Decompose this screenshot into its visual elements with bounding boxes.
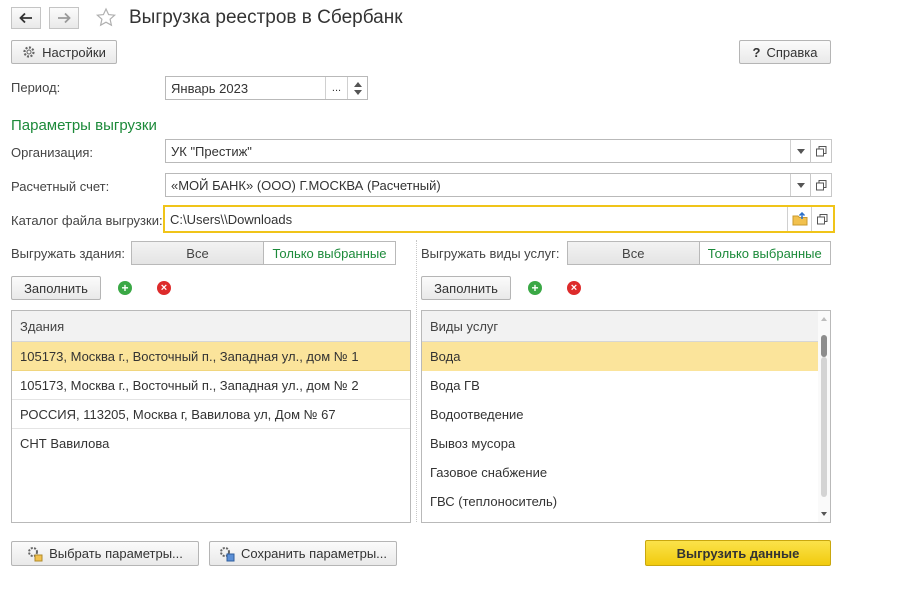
period-label: Период:: [11, 80, 61, 95]
back-button[interactable]: [11, 7, 41, 29]
table-row[interactable]: 105173, Москва г., Восточный п., Западна…: [12, 342, 410, 371]
settings-button[interactable]: Настройки: [11, 40, 117, 64]
catalog-open-button[interactable]: [811, 207, 833, 231]
remove-building-icon[interactable]: ×: [157, 281, 171, 295]
arrow-right-icon: [58, 12, 71, 24]
gear-save-icon: [219, 546, 235, 561]
table-row[interactable]: 105173, Москва г., Восточный п., Западна…: [12, 371, 410, 400]
table-row[interactable]: Водоотведение: [422, 400, 818, 429]
table-row[interactable]: Вода: [422, 342, 818, 371]
period-choose-button[interactable]: ...: [325, 77, 347, 99]
catalog-label: Каталог файла выгрузки:: [11, 213, 163, 228]
folder-icon: [792, 212, 807, 226]
chevron-down-icon: [796, 182, 805, 188]
gear-icon: [23, 46, 35, 58]
services-mode-switch[interactable]: Все Только выбранные: [567, 241, 831, 265]
help-button[interactable]: ? Справка: [739, 40, 831, 64]
account-field[interactable]: «МОЙ БАНК» (ООО) Г.МОСКВА (Расчетный): [165, 173, 811, 197]
open-window-icon: [817, 213, 828, 224]
export-data-button[interactable]: Выгрузить данные: [645, 540, 831, 566]
services-scrollbar[interactable]: [818, 311, 830, 522]
section-divider: [416, 240, 417, 522]
buildings-selected-option[interactable]: Только выбранные: [264, 242, 395, 264]
favorite-star-icon[interactable]: [95, 7, 117, 29]
spin-down-icon[interactable]: [353, 89, 362, 95]
catalog-browse-button[interactable]: [787, 207, 811, 231]
org-field[interactable]: УК "Престиж": [165, 139, 811, 163]
catalog-value: C:\Users\\Downloads: [170, 211, 293, 227]
table-row[interactable]: Газовое снабжение: [422, 458, 818, 487]
services-table-header: Виды услуг: [422, 311, 818, 342]
question-icon: ?: [752, 44, 761, 60]
period-spin[interactable]: [347, 77, 367, 99]
spin-up-icon[interactable]: [353, 81, 362, 87]
services-mode-label: Выгружать виды услуг:: [421, 246, 560, 261]
save-params-button[interactable]: Сохранить параметры...: [209, 541, 397, 566]
org-open-button[interactable]: [810, 139, 832, 163]
buildings-table[interactable]: Здания 105173, Москва г., Восточный п., …: [11, 310, 411, 523]
table-row[interactable]: СНТ Вавилова: [12, 429, 410, 458]
services-selected-option[interactable]: Только выбранные: [699, 242, 830, 264]
buildings-mode-switch[interactable]: Все Только выбранные: [131, 241, 396, 265]
org-value: УК "Престиж": [171, 143, 252, 159]
scroll-down-icon[interactable]: [818, 509, 830, 519]
add-service-icon[interactable]: +: [528, 281, 542, 295]
table-row[interactable]: Вода ГВ: [422, 371, 818, 400]
remove-service-icon[interactable]: ×: [567, 281, 581, 295]
buildings-table-header: Здания: [12, 311, 410, 342]
account-label: Расчетный счет:: [11, 179, 110, 194]
period-field[interactable]: Январь 2023 ...: [165, 76, 368, 100]
org-label: Организация:: [11, 145, 94, 160]
choose-params-label: Выбрать параметры...: [49, 546, 183, 561]
table-row[interactable]: ГВС (теплоноситель): [422, 487, 818, 516]
table-row[interactable]: РОССИЯ, 113205, Москва г, Вавилова ул, Д…: [12, 400, 410, 429]
account-open-button[interactable]: [810, 173, 832, 197]
services-fill-button[interactable]: Заполнить: [421, 276, 511, 300]
save-params-label: Сохранить параметры...: [240, 546, 388, 561]
add-building-icon[interactable]: +: [118, 281, 132, 295]
scroll-up-icon[interactable]: [818, 314, 830, 324]
scrollbar-track: [821, 357, 827, 497]
forward-button[interactable]: [49, 7, 79, 29]
gear-list-icon: [28, 546, 43, 561]
buildings-fill-button[interactable]: Заполнить: [11, 276, 101, 300]
arrow-left-icon: [19, 12, 32, 24]
scrollbar-thumb[interactable]: [821, 335, 827, 357]
open-window-icon: [815, 145, 826, 156]
account-dropdown[interactable]: [790, 174, 810, 196]
org-dropdown[interactable]: [790, 140, 810, 162]
choose-params-button[interactable]: Выбрать параметры...: [11, 541, 199, 566]
buildings-mode-label: Выгружать здания:: [11, 246, 126, 261]
period-value: Январь 2023: [171, 80, 249, 96]
params-heading: Параметры выгрузки: [11, 117, 157, 134]
page-title: Выгрузка реестров в Сбербанк: [129, 7, 403, 28]
settings-label: Настройки: [42, 44, 106, 60]
open-window-icon: [815, 179, 826, 190]
services-all-option[interactable]: Все: [568, 242, 700, 264]
buildings-all-option[interactable]: Все: [132, 242, 264, 264]
services-table[interactable]: Виды услуг Вода Вода ГВ Водоотведение Вы…: [421, 310, 831, 523]
catalog-field[interactable]: C:\Users\\Downloads: [163, 205, 835, 233]
account-value: «МОЙ БАНК» (ООО) Г.МОСКВА (Расчетный): [171, 177, 441, 193]
help-label: Справка: [766, 44, 818, 60]
chevron-down-icon: [796, 148, 805, 154]
table-row[interactable]: Вывоз мусора: [422, 429, 818, 458]
